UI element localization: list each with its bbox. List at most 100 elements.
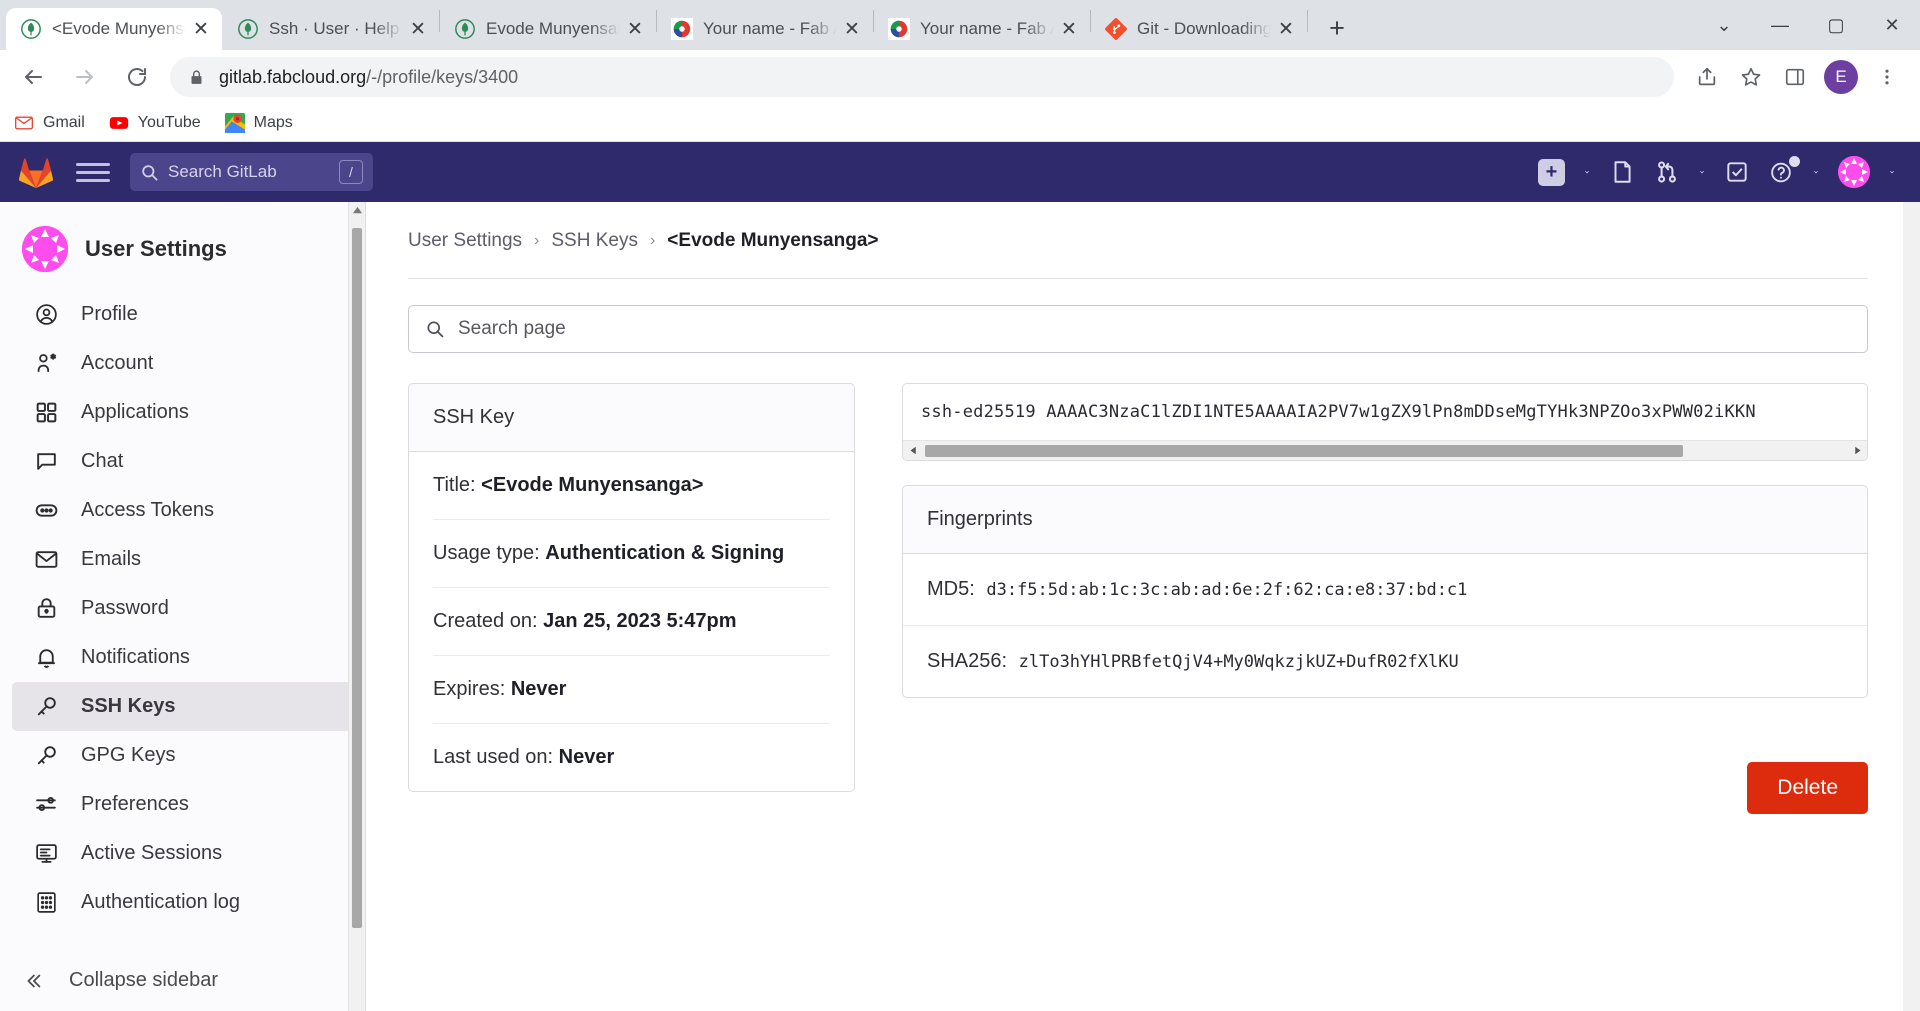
- sidebar-item-chat[interactable]: Chat: [12, 437, 353, 486]
- browser-tab[interactable]: Git - Downloading P ✕: [1091, 8, 1307, 50]
- sidebar-item-authentication-log[interactable]: Authentication log: [12, 878, 353, 927]
- scrollbar-track[interactable]: [923, 441, 1847, 461]
- search-page-input[interactable]: Search page: [408, 305, 1868, 353]
- bookmark-label: Gmail: [43, 113, 85, 131]
- collapse-sidebar-button[interactable]: Collapse sidebar: [0, 949, 365, 1011]
- forward-button[interactable]: [66, 58, 104, 96]
- close-icon[interactable]: ✕: [407, 18, 429, 40]
- todos-icon[interactable]: [1717, 152, 1757, 192]
- bookmarks-bar: Gmail YouTube Maps: [0, 104, 1920, 142]
- window-controls: ⌄ — ▢ ✕: [1696, 0, 1920, 50]
- bookmark-gmail[interactable]: Gmail: [14, 113, 85, 133]
- ssh-key-title-row: Title: <Evode Munyensanga>: [433, 452, 830, 520]
- ssh-key-card-body: Title: <Evode Munyensanga> Usage type: A…: [409, 452, 854, 791]
- collapse-sidebar-label: Collapse sidebar: [69, 969, 218, 991]
- email-icon: [34, 547, 64, 572]
- chevron-down-icon[interactable]: [1692, 152, 1712, 192]
- sidebar-item-profile[interactable]: Profile: [12, 290, 353, 339]
- address-bar[interactable]: gitlab.fabcloud.org/-/profile/keys/3400: [170, 57, 1674, 97]
- merge-requests-icon[interactable]: [1647, 152, 1687, 192]
- bookmark-youtube[interactable]: YouTube: [109, 113, 201, 133]
- breadcrumb-separator: ›: [649, 232, 656, 249]
- close-icon[interactable]: ✕: [624, 18, 646, 40]
- sidebar-item-ssh-keys[interactable]: SSH Keys: [12, 682, 353, 731]
- scrollbar-thumb[interactable]: [352, 228, 362, 928]
- maximize-button[interactable]: ▢: [1808, 0, 1864, 50]
- sidebar-item-gpg-keys[interactable]: GPG Keys: [12, 731, 353, 780]
- lock-icon: [188, 69, 205, 86]
- profile-icon: [34, 302, 64, 327]
- chevron-down-icon[interactable]: [1882, 152, 1902, 192]
- search-page-placeholder: Search page: [458, 318, 566, 339]
- sidebar-item-preferences[interactable]: Preferences: [12, 780, 353, 829]
- sidebar-item-access-tokens[interactable]: Access Tokens: [12, 486, 353, 535]
- public-key-text[interactable]: ssh-ed25519 AAAAC3NzaC1lZDI1NTE5AAAAIA2P…: [903, 384, 1867, 440]
- breadcrumb-item-ssh-keys[interactable]: SSH Keys: [551, 230, 638, 252]
- chevron-down-icon[interactable]: [1577, 152, 1597, 192]
- fingerprint-sha256-row: SHA256: zlTo3hYHlPRBfetQjV4+My0WqkzjkUZ+…: [903, 626, 1867, 697]
- public-key-horizontal-scrollbar[interactable]: [903, 440, 1867, 460]
- sidebar-scrollbar[interactable]: [348, 202, 365, 1011]
- bookmark-label: Maps: [253, 113, 293, 131]
- minimize-button[interactable]: —: [1752, 0, 1808, 50]
- chevron-down-icon[interactable]: [1806, 152, 1826, 192]
- browser-tab[interactable]: <Evode Munyensan ✕: [6, 8, 222, 50]
- sidebar-item-applications[interactable]: Applications: [12, 388, 353, 437]
- bookmark-label: YouTube: [137, 113, 201, 131]
- sidebar-item-label: Applications: [81, 401, 189, 423]
- bookmark-star-icon[interactable]: [1732, 58, 1770, 96]
- applications-icon: [34, 400, 64, 425]
- search-input[interactable]: Search GitLab /: [130, 153, 373, 191]
- sidebar-item-password[interactable]: Password: [12, 584, 353, 633]
- sidebar-item-emails[interactable]: Emails: [12, 535, 353, 584]
- close-icon[interactable]: ✕: [1275, 18, 1297, 40]
- delete-button[interactable]: Delete: [1747, 762, 1868, 814]
- breadcrumb-separator: ›: [534, 232, 540, 249]
- user-avatar[interactable]: [1831, 152, 1877, 192]
- gitlab-logo-icon[interactable]: [18, 154, 54, 190]
- bookmark-maps[interactable]: Maps: [224, 112, 293, 133]
- issues-icon[interactable]: [1602, 152, 1642, 192]
- create-new-button[interactable]: +: [1531, 152, 1572, 192]
- fingerprint-md5-row: MD5: d3:f5:5d:ab:1c:3c:ab:ad:6e:2f:62:ca…: [903, 554, 1867, 626]
- page-scrollbar[interactable]: [1903, 202, 1920, 1011]
- scroll-right-icon[interactable]: [1847, 441, 1867, 461]
- field-value: Authentication & Signing: [545, 542, 785, 564]
- fingerprints-card-header: Fingerprints: [903, 486, 1867, 554]
- tab-search-icon[interactable]: ⌄: [1696, 0, 1752, 50]
- field-label: Expires:: [433, 678, 506, 700]
- sidebar-item-notifications[interactable]: Notifications: [12, 633, 353, 682]
- breadcrumb-item-user-settings[interactable]: User Settings: [408, 230, 522, 252]
- share-icon[interactable]: [1688, 58, 1726, 96]
- gitlab-tanuki-green-icon: [237, 18, 259, 40]
- detail-panes: SSH Key Title: <Evode Munyensanga> Usage…: [408, 383, 1868, 814]
- browser-tab[interactable]: Evode Munyensang ✕: [440, 8, 656, 50]
- google-maps-icon: [224, 112, 245, 133]
- back-button[interactable]: [14, 58, 52, 96]
- chrome-menu-icon[interactable]: [1868, 58, 1906, 96]
- close-icon[interactable]: ✕: [1058, 18, 1080, 40]
- help-icon[interactable]: [1762, 152, 1801, 192]
- sidebar-item-label: Access Tokens: [81, 499, 215, 521]
- sidebar-item-account[interactable]: Account: [12, 339, 353, 388]
- menu-icon[interactable]: [76, 155, 110, 189]
- close-icon[interactable]: ✕: [190, 18, 212, 40]
- scroll-left-icon[interactable]: [903, 441, 923, 461]
- field-value: Never: [558, 746, 615, 768]
- lock-icon: [34, 596, 64, 621]
- close-icon[interactable]: ✕: [841, 18, 863, 40]
- scrollbar-thumb[interactable]: [925, 444, 1683, 457]
- browser-tab[interactable]: Your name - Fab Ac ✕: [874, 8, 1090, 50]
- sidebar-item-active-sessions[interactable]: Active Sessions: [12, 829, 353, 878]
- browser-tab[interactable]: Your name - Fab Ac ✕: [657, 8, 873, 50]
- scroll-up-icon[interactable]: [349, 202, 365, 219]
- side-panel-icon[interactable]: [1776, 58, 1814, 96]
- browser-tab[interactable]: Ssh · User · Help · G ✕: [223, 8, 439, 50]
- close-window-button[interactable]: ✕: [1864, 0, 1920, 50]
- sidebar-item-label: Notifications: [81, 646, 190, 668]
- browser-profile-avatar[interactable]: E: [1824, 60, 1858, 94]
- tab-divider: [1307, 10, 1308, 32]
- reload-button[interactable]: [118, 58, 156, 96]
- sidebar-item-label: Preferences: [81, 793, 189, 815]
- new-tab-button[interactable]: +: [1318, 9, 1356, 47]
